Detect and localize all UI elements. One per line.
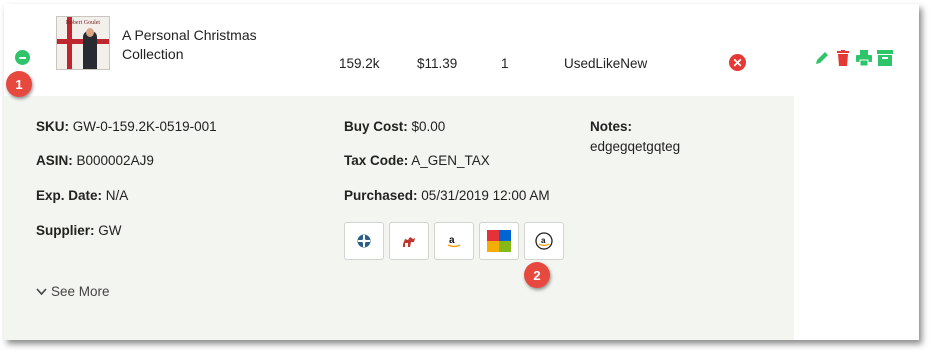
edit-icon[interactable] (814, 50, 830, 66)
sku-label: SKU: (36, 119, 69, 134)
purchased-value: 05/31/2019 12:00 AM (421, 188, 550, 203)
asin-label: ASIN: (36, 153, 73, 168)
chevron-down-icon (36, 287, 47, 295)
amazon-icon: a (447, 235, 461, 248)
product-thumbnail[interactable]: Robert Goulet (56, 16, 110, 70)
condition: UsedLikeNew (564, 56, 648, 71)
amazon-link[interactable]: a (434, 222, 474, 260)
notes-value: edgegqetgqteg (590, 139, 681, 154)
buy-cost-field: Buy Cost: $0.00 (344, 119, 445, 134)
svg-text:a: a (541, 236, 546, 245)
camelcamelcamel-icon (403, 237, 415, 247)
amazon-smile-icon: a (535, 232, 553, 250)
see-more-label: See More (51, 284, 110, 299)
price: $11.39 (417, 56, 458, 71)
tax-code-label: Tax Code: (344, 153, 409, 168)
inventory-row-card: Robert Goulet A Personal Christmas Colle… (4, 4, 919, 340)
keepa-icon (357, 234, 371, 248)
purchased-label: Purchased: (344, 188, 418, 203)
tax-code-value: A_GEN_TAX (411, 153, 490, 168)
buy-cost-label: Buy Cost: (344, 119, 408, 134)
sales-rank: 159.2k (339, 56, 380, 71)
svg-text:a: a (449, 235, 455, 246)
sku-value: GW-0-159.2K-0519-001 (72, 119, 217, 134)
supplier-value: GW (98, 223, 122, 238)
delete-icon[interactable] (835, 50, 851, 66)
buy-cost-value: $0.00 (411, 119, 446, 134)
supplier-field: Supplier: GW (36, 223, 122, 238)
sku-field: SKU: GW-0-159.2K-0519-001 (36, 119, 217, 134)
notes-label-text: Notes: (590, 119, 633, 134)
amazon-smile-link[interactable]: a (524, 222, 564, 260)
exp-date-label: Exp. Date: (36, 188, 103, 203)
keepa-link[interactable] (344, 222, 384, 260)
product-title[interactable]: A Personal Christmas Collection (122, 26, 292, 64)
callout-badge-2: 2 (524, 262, 550, 288)
inventory-row: Robert Goulet A Personal Christmas Colle… (4, 4, 794, 96)
callout-badge-1: 1 (6, 71, 32, 97)
row-actions (814, 50, 893, 66)
collapse-row-button[interactable] (15, 50, 30, 65)
archive-icon[interactable] (877, 50, 893, 66)
cover-face (86, 28, 94, 37)
camelcamelcamel-link[interactable] (389, 222, 429, 260)
close-icon: ✕ (732, 55, 743, 70)
tax-code-field: Tax Code: A_GEN_TAX (344, 153, 490, 168)
asin-value: B000002AJ9 (76, 153, 154, 168)
print-icon[interactable] (856, 50, 872, 66)
minus-icon (19, 56, 26, 59)
remove-button[interactable]: ✕ (729, 54, 746, 71)
exp-date-field: Exp. Date: N/A (36, 188, 128, 203)
see-more-link[interactable]: See More (36, 284, 110, 299)
purchased-field: Purchased: 05/31/2019 12:00 AM (344, 188, 550, 203)
asin-field: ASIN: B000002AJ9 (36, 153, 154, 168)
cover-artist-text: Robert Goulet (65, 20, 101, 26)
ebay-link[interactable] (479, 222, 519, 260)
ebay-icon (487, 230, 511, 252)
exp-date-value: N/A (105, 188, 129, 203)
notes-label: Notes: (590, 119, 632, 134)
supplier-label: Supplier: (36, 223, 95, 238)
quantity: 1 (501, 56, 509, 71)
